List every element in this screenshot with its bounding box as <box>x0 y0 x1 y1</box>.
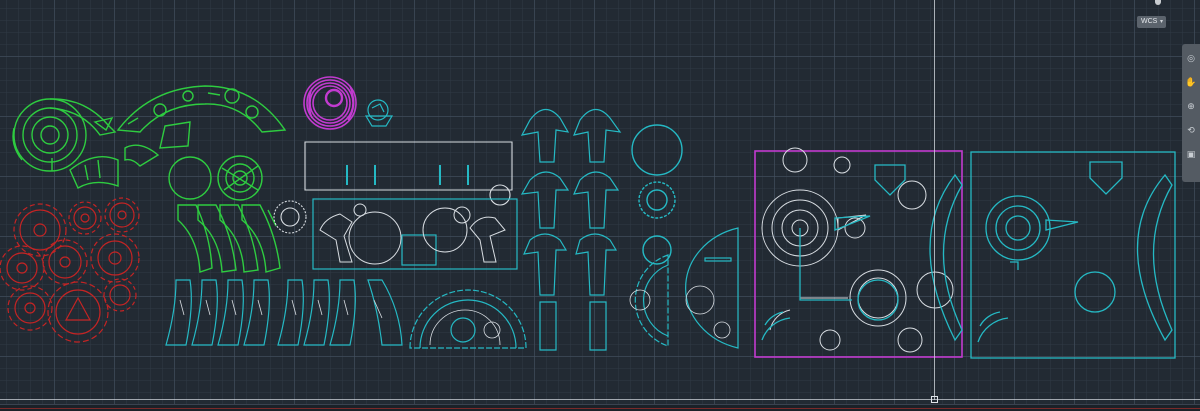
ucs-label: WCS <box>1141 18 1158 25</box>
status-strip <box>0 404 1200 411</box>
white-rectangle-plate <box>304 141 513 191</box>
x-axis-line <box>0 408 1200 409</box>
cyan-arm-row <box>165 279 403 346</box>
full-navigation-wheel-icon[interactable]: ◎ <box>1185 54 1197 65</box>
cyan-small-bird <box>364 99 394 127</box>
green-small-pieces <box>124 121 263 201</box>
red-gear-7 <box>7 285 53 331</box>
red-gear-3 <box>104 197 140 233</box>
green-large-arc <box>116 85 287 133</box>
white-panel-details <box>319 203 506 265</box>
red-gear-4 <box>0 245 45 291</box>
red-gear-1 <box>13 203 67 257</box>
red-gears-group <box>0 197 140 343</box>
cursor-pickbox <box>931 396 938 403</box>
orbit-icon[interactable]: ⟲ <box>1185 126 1197 137</box>
cyan-tree-column-1 <box>520 108 570 351</box>
cyan-slots <box>346 165 469 185</box>
magenta-frame-assembly <box>754 147 963 358</box>
white-arm-detail <box>179 299 383 319</box>
crosshair-vertical <box>934 0 935 400</box>
green-pendulum-arms <box>177 204 281 273</box>
drawing-viewport[interactable] <box>0 0 1200 411</box>
zoom-icon[interactable]: ⊕ <box>1185 102 1197 113</box>
red-gear-9 <box>103 278 137 312</box>
green-curved-arm <box>69 156 119 190</box>
cyan-half-gear <box>409 289 527 349</box>
chevron-down-icon: ▾ <box>1159 19 1163 25</box>
cyan-gear-and-dial <box>634 227 739 349</box>
red-gear-5 <box>42 239 88 285</box>
cyan-frame-assembly <box>970 151 1176 359</box>
navigation-bar[interactable]: ◎ ✋ ⊕ ⟲ ▣ <box>1182 44 1200 182</box>
cyan-tree-column-2 <box>573 108 622 351</box>
showmotion-icon[interactable]: ▣ <box>1185 150 1197 161</box>
ucs-menu-button[interactable]: WCS ▾ <box>1137 16 1166 28</box>
magenta-dial <box>303 76 357 130</box>
red-gear-6 <box>90 233 140 283</box>
cyan-ring-and-medallion <box>631 124 683 265</box>
white-assembly-detail <box>761 147 954 353</box>
green-concentric-dial <box>12 98 117 172</box>
red-gear-2 <box>68 201 102 235</box>
pan-icon[interactable]: ✋ <box>1185 78 1197 89</box>
crosshair-horizontal <box>0 399 1200 400</box>
white-half-gear-detail <box>429 309 501 346</box>
white-small-gear <box>273 200 307 234</box>
red-gear-8 <box>47 281 109 343</box>
model-space-drawing[interactable] <box>0 0 1200 411</box>
cyan-panel-1 <box>312 198 518 270</box>
